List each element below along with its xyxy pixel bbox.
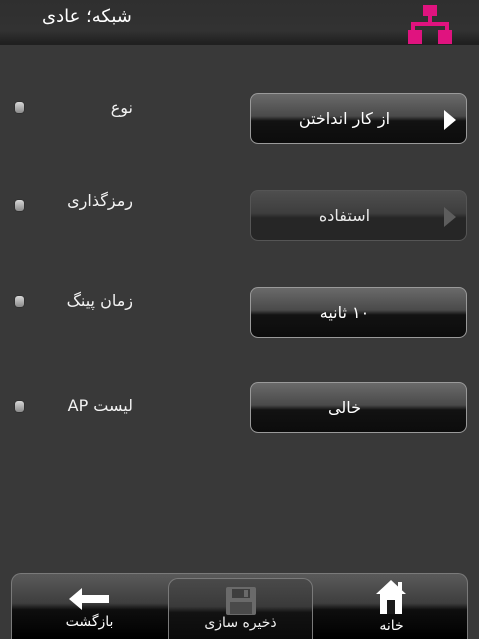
status-led <box>15 102 24 113</box>
back-label: بازگشت <box>65 614 114 630</box>
ap-list-button[interactable]: خالی <box>250 382 467 433</box>
type-button[interactable]: از کار انداختن <box>250 93 467 144</box>
ping-time-value: ۱۰ ثانیه <box>319 303 370 322</box>
ping-time-button[interactable]: ۱۰ ثانیه <box>250 287 467 338</box>
page-title: شبکه؛ عادی <box>42 6 132 27</box>
status-led <box>15 200 24 211</box>
home-button[interactable]: خانه <box>314 574 467 639</box>
floppy-disk-icon <box>226 587 256 615</box>
encryption-button[interactable]: استفاده <box>250 190 467 241</box>
row-label-ping-time: زمان پینگ <box>66 291 133 310</box>
settings-screen: شبکه؛ عادی نوع از کار انداختن رمزگذاری ا… <box>0 0 479 639</box>
arrow-right-icon <box>444 207 456 227</box>
back-button[interactable]: بازگشت <box>12 574 167 639</box>
arrow-right-icon <box>444 110 456 130</box>
row-label-encryption: رمزگذاری <box>67 191 133 210</box>
type-value: از کار انداختن <box>298 109 391 128</box>
row-label-ap-list: لیست AP <box>67 396 133 415</box>
row-label-type: نوع <box>110 98 133 117</box>
status-led <box>15 296 24 307</box>
header-bar: شبکه؛ عادی <box>0 0 479 45</box>
arrow-left-icon <box>69 588 109 610</box>
home-icon <box>376 580 406 614</box>
network-icon <box>408 5 452 44</box>
save-label: ذخیره سازی <box>204 615 277 631</box>
status-led <box>15 401 24 412</box>
bottom-nav-bar: بازگشت ذخیره سازی خانه <box>11 573 468 639</box>
home-label: خانه <box>379 618 404 634</box>
encryption-value: استفاده <box>318 206 371 225</box>
save-button[interactable]: ذخیره سازی <box>168 578 313 639</box>
ap-list-value: خالی <box>328 398 361 417</box>
